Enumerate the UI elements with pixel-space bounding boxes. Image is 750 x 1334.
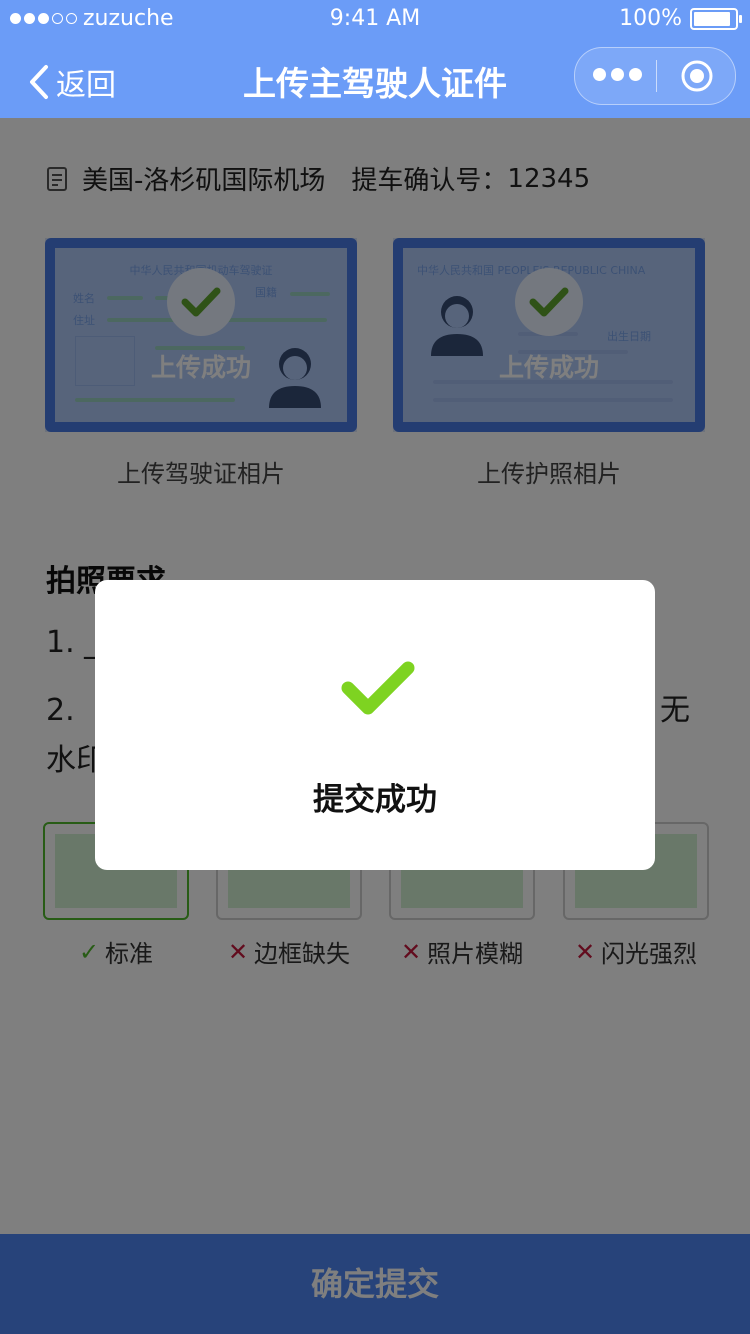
battery-percent: 100%	[619, 6, 682, 31]
success-toast: 提交成功	[95, 580, 655, 870]
capsule-divider	[656, 60, 657, 92]
toast-message: 提交成功	[313, 782, 437, 818]
battery-status: 100%	[619, 6, 742, 31]
status-bar: zuzuche 9:41 AM 100%	[0, 0, 750, 40]
mini-program-capsule	[574, 47, 736, 105]
target-close-icon[interactable]	[680, 59, 714, 93]
battery-icon	[690, 7, 742, 30]
nav-bar: 返回 上传主驾驶人证件	[0, 40, 750, 118]
check-icon	[341, 661, 415, 715]
more-dots-icon[interactable]	[593, 68, 642, 81]
